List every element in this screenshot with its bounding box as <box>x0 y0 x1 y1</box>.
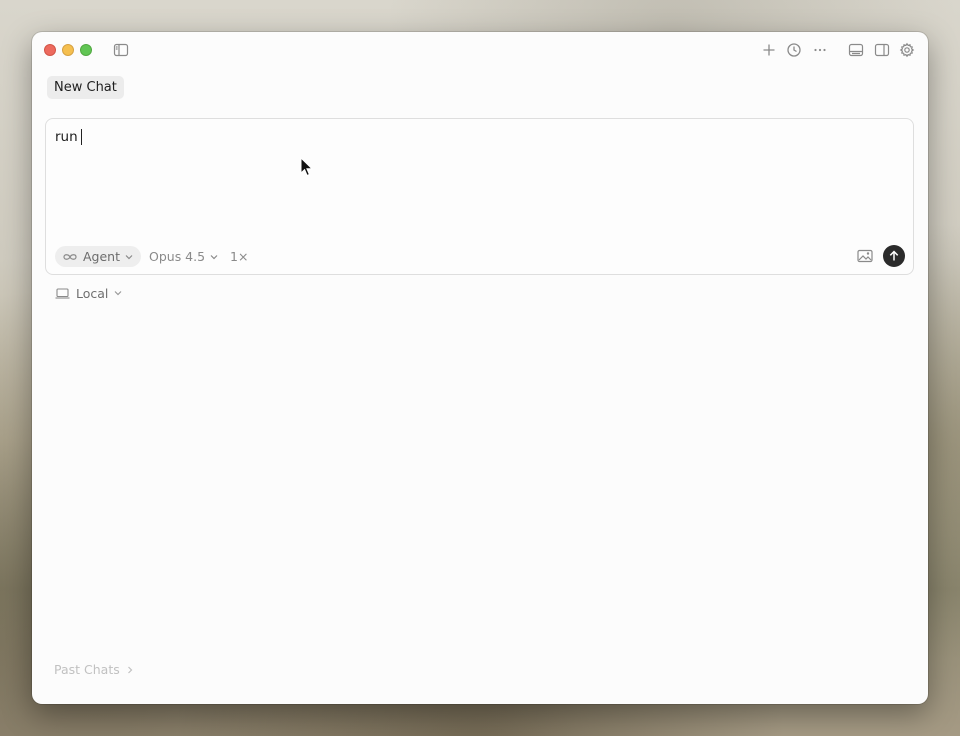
speed-label: 1× <box>230 249 249 264</box>
environment-selector[interactable]: Local <box>55 284 122 302</box>
model-selector[interactable]: Opus 4.5 <box>149 246 218 267</box>
infinity-icon <box>63 253 77 260</box>
prompt-input[interactable]: run <box>55 129 82 145</box>
chevron-down-icon <box>114 291 122 296</box>
text-caret <box>80 129 82 145</box>
send-button[interactable] <box>883 245 905 267</box>
history-icon[interactable] <box>785 41 803 59</box>
arrow-up-icon <box>889 250 899 261</box>
model-label: Opus 4.5 <box>149 249 206 264</box>
chevron-down-icon <box>210 254 218 259</box>
chevron-right-icon <box>127 666 133 673</box>
tab-new-chat[interactable]: New Chat <box>47 76 124 99</box>
mode-selector[interactable]: Agent <box>55 246 141 267</box>
app-window: New Chat run Agent Opus 4.5 1× Local Pas… <box>32 32 928 704</box>
title-bar <box>32 32 928 68</box>
minimize-window-button[interactable] <box>62 44 74 56</box>
maximize-window-button[interactable] <box>80 44 92 56</box>
environment-label: Local <box>76 285 109 301</box>
more-icon[interactable] <box>811 41 829 59</box>
laptop-icon <box>55 287 70 299</box>
chevron-down-icon <box>125 254 133 259</box>
image-icon[interactable] <box>857 249 873 263</box>
prompt-text: run <box>55 129 78 145</box>
sidebar-toggle-icon[interactable] <box>112 41 130 59</box>
mode-label: Agent <box>83 249 120 264</box>
panel-bottom-icon[interactable] <box>847 41 865 59</box>
mouse-pointer-icon <box>300 157 314 177</box>
gear-icon[interactable] <box>898 41 916 59</box>
chat-composer[interactable]: run Agent Opus 4.5 1× <box>45 118 914 275</box>
close-window-button[interactable] <box>44 44 56 56</box>
past-chats-label: Past Chats <box>54 662 120 677</box>
tab-label: New Chat <box>54 80 117 95</box>
plus-icon[interactable] <box>760 41 778 59</box>
speed-selector[interactable]: 1× <box>230 246 248 267</box>
panel-right-icon[interactable] <box>873 41 891 59</box>
past-chats-link[interactable]: Past Chats <box>54 662 133 677</box>
